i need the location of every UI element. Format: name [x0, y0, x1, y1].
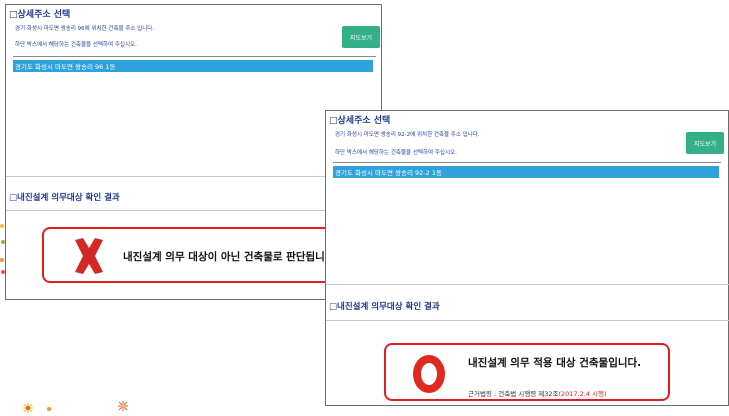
legal-effective-date: (2017.2.4 시행)	[558, 390, 607, 398]
result-box: 내진설계 의무 적용 대상 건축물입니다. 근거법령 : 건축법 시행령 제32…	[384, 343, 670, 401]
section-divider	[326, 320, 729, 321]
panel-heading: □상세주소 선택	[329, 116, 391, 126]
result-box: 내진설계 의무 대상이 아닌 건축물로 판단됩니다.	[42, 227, 338, 283]
legal-basis: 근거법령 : 건축법 시행령 제32조(2017.2.4 시행)	[468, 388, 607, 398]
address-listbox	[13, 56, 376, 57]
address-list-item[interactable]: 경기도 화성시 마도면 쌍송리 96 1동	[13, 60, 373, 72]
result-heading: □내진설계 의무대상 확인 결과	[9, 193, 120, 203]
address-list-item[interactable]: 경기도 화성시 마도면 쌍송리 92-2 1동	[333, 166, 719, 178]
address-listbox	[333, 162, 721, 163]
result-heading: □내진설계 의무대상 확인 결과	[329, 302, 440, 312]
section-divider	[326, 284, 729, 285]
o-mark-icon	[413, 355, 445, 393]
instruction-text: 하단 박스에서 해당하는 건축물을 선택하여 주십시오.	[15, 42, 137, 48]
instruction-text: 하단 박스에서 해당하는 건축물을 선택하여 주십시오.	[335, 150, 457, 156]
sparkle-decoration-icon	[23, 401, 128, 413]
result-text: 내진설계 의무 대상이 아닌 건축물로 판단됩니다.	[123, 251, 339, 263]
panel-heading: □상세주소 선택	[9, 10, 71, 20]
decoration-icon	[0, 224, 5, 274]
address-description: 경기 화성시 마도면 쌍송리 96에 위치한 건축물 주소 입니다.	[15, 26, 155, 32]
address-description: 경기 화성시 마도면 쌍송리 92-2에 위치한 건축물 주소 입니다.	[335, 132, 480, 138]
x-mark-icon	[75, 238, 103, 274]
result-text: 내진설계 의무 적용 대상 건축물입니다.	[468, 357, 642, 369]
map-view-button[interactable]: 지도보기	[342, 26, 380, 48]
map-view-button[interactable]: 지도보기	[686, 132, 724, 154]
legal-basis-text: 근거법령 : 건축법 시행령 제32조	[468, 390, 559, 398]
address-panel-2: □상세주소 선택 경기 화성시 마도면 쌍송리 92-2에 위치한 건축물 주소…	[325, 110, 729, 406]
